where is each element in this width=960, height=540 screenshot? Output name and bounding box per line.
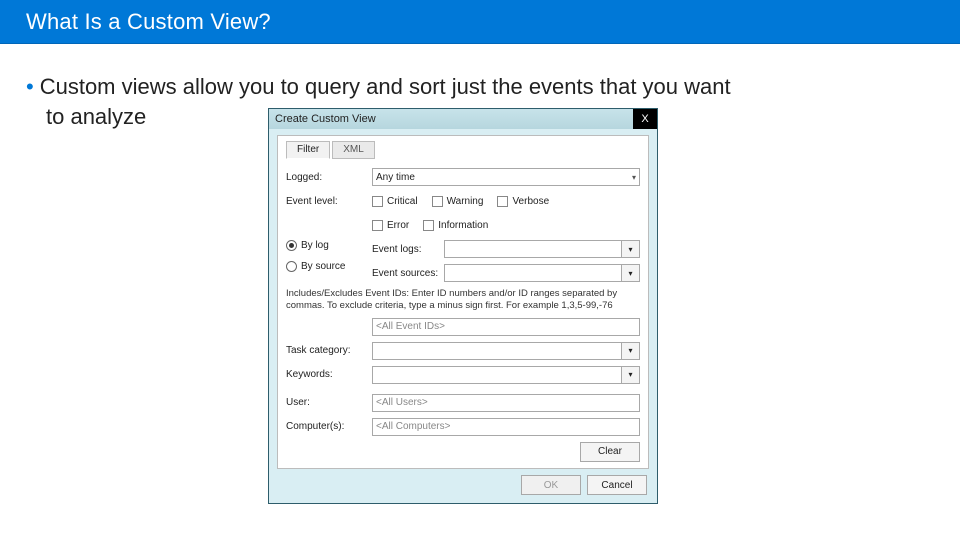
- cancel-button[interactable]: Cancel: [587, 475, 647, 495]
- dialog-titlebar: Create Custom View X: [269, 109, 657, 129]
- checkbox-warning[interactable]: Warning: [432, 196, 484, 207]
- slide-title-bar: What Is a Custom View?: [0, 0, 960, 44]
- bullet-dot: •: [26, 74, 34, 99]
- chevron-down-icon: ▾: [628, 269, 632, 278]
- close-button[interactable]: X: [633, 109, 657, 129]
- keywords-dropdown-button[interactable]: ▾: [622, 366, 640, 384]
- radio-by-source[interactable]: By source: [286, 261, 362, 272]
- bullet-line1: Custom views allow you to query and sort…: [40, 74, 731, 99]
- tab-xml[interactable]: XML: [332, 141, 375, 159]
- checkbox-critical[interactable]: Critical: [372, 196, 418, 207]
- event-ids-input[interactable]: <All Event IDs>: [372, 318, 640, 336]
- label-user: User:: [286, 397, 372, 408]
- close-icon: X: [641, 113, 648, 125]
- event-sources-input[interactable]: [444, 264, 622, 282]
- keywords-input[interactable]: [372, 366, 622, 384]
- event-logs-dropdown-button[interactable]: ▾: [622, 240, 640, 258]
- checkbox-error[interactable]: Error: [372, 220, 409, 231]
- computers-input[interactable]: <All Computers>: [372, 418, 640, 436]
- event-logs-input[interactable]: [444, 240, 622, 258]
- checkbox-information[interactable]: Information: [423, 220, 488, 231]
- label-task-category: Task category:: [286, 345, 372, 356]
- chevron-down-icon: ▾: [628, 370, 632, 379]
- ok-button[interactable]: OK: [521, 475, 581, 495]
- label-logged: Logged:: [286, 172, 372, 183]
- task-category-dropdown-button[interactable]: ▾: [622, 342, 640, 360]
- event-id-hint: Includes/Excludes Event IDs: Enter ID nu…: [286, 288, 640, 312]
- label-computers: Computer(s):: [286, 421, 372, 432]
- label-event-logs: Event logs:: [372, 244, 444, 255]
- chevron-down-icon: ▾: [628, 245, 632, 254]
- dialog-title: Create Custom View: [275, 113, 376, 125]
- slide-title: What Is a Custom View?: [26, 9, 271, 35]
- checkbox-verbose[interactable]: Verbose: [497, 196, 549, 207]
- chevron-down-icon: ▾: [628, 346, 632, 355]
- user-input[interactable]: <All Users>: [372, 394, 640, 412]
- logged-select[interactable]: Any time ▾: [372, 168, 640, 186]
- label-event-level: Event level:: [286, 196, 372, 207]
- label-event-sources: Event sources:: [372, 268, 444, 279]
- label-keywords: Keywords:: [286, 369, 372, 380]
- dialog-content: Filter XML Logged: Any time ▾ Event leve…: [277, 135, 649, 469]
- clear-button[interactable]: Clear: [580, 442, 640, 462]
- event-sources-dropdown-button[interactable]: ▾: [622, 264, 640, 282]
- logged-value: Any time: [376, 172, 415, 183]
- create-custom-view-dialog: Create Custom View X Filter XML Logged: …: [268, 108, 658, 504]
- radio-by-log[interactable]: By log: [286, 240, 362, 251]
- task-category-input[interactable]: [372, 342, 622, 360]
- chevron-down-icon: ▾: [632, 173, 636, 182]
- tab-filter[interactable]: Filter: [286, 141, 330, 159]
